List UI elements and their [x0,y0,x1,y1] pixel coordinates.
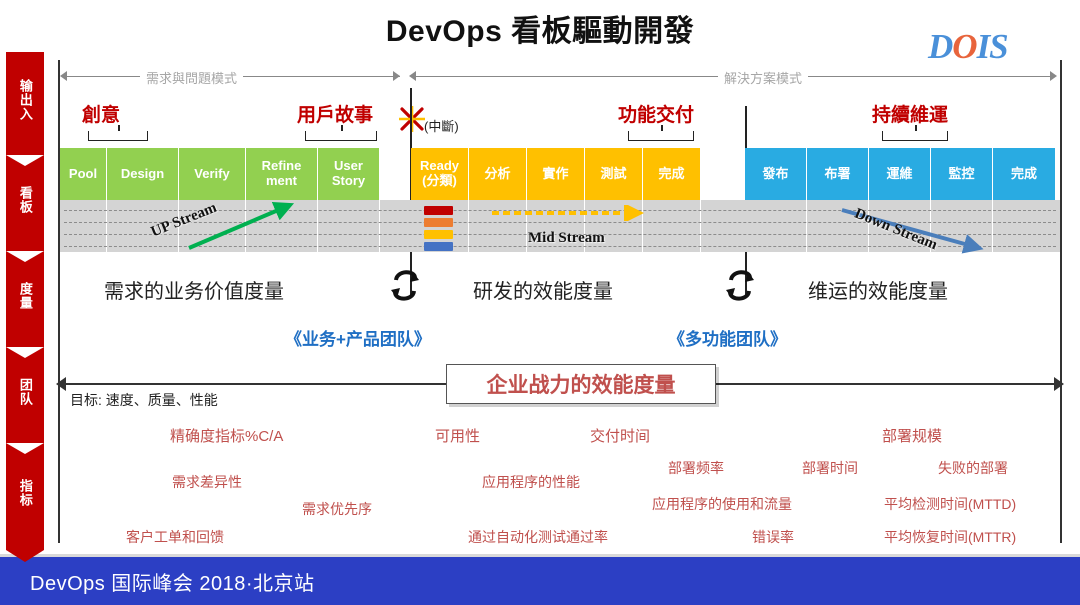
mode-label: 需求與問題模式 [140,68,244,87]
column-label: 完成 [658,165,685,181]
kpi-req-variance: 需求差异性 [172,474,242,490]
mode-arrow-right-icon [393,71,400,81]
column-label: 監控 [948,165,975,181]
measure-ops-efficiency: 维运的效能度量 [808,281,948,303]
kpi-failed-deploy: 失败的部署 [938,460,1008,476]
lane-cell [745,200,807,252]
phase-label-user-story: 用戶故事 [297,105,374,126]
kpi-mttr: 平均恢复时间(MTTR) [884,529,1017,545]
goal-label: 目标: 速度、质量、性能 [70,392,218,408]
column-test[interactable]: 測試 [585,148,643,200]
rail-item-0[interactable]: 输出入 [6,52,44,168]
column-refinement[interactable]: Refine ment [246,148,318,200]
center-highlight-box: 企业战力的效能度量 [446,364,716,404]
measure-business-value: 需求的业务价值度量 [104,281,284,303]
mid-stream-label: Mid Stream [528,230,605,246]
column-analysis[interactable]: 分析 [469,148,527,200]
center-box-label: 企业战力的效能度量 [486,374,676,397]
card-blue[interactable] [424,242,453,251]
column-done-ops[interactable]: 完成 [993,148,1055,200]
column-done-dev[interactable]: 完成 [643,148,701,200]
kpi-auto-test-pass: 通过自动化测试通过率 [468,529,608,545]
rail-item-label: 团队 [17,378,33,406]
axis-arrow-left-icon [56,377,66,391]
rail-item-label: 度量 [17,282,33,310]
card-orange[interactable] [424,218,453,227]
column-label: User Story [331,158,366,188]
kpi-app-usage-traffic: 应用程序的使用和流量 [652,496,792,512]
column-monitor[interactable]: 監控 [931,148,993,200]
kpi-availability: 可用性 [435,428,481,445]
rail-item-2[interactable]: 度量 [6,251,44,360]
kpi-accuracy: 精确度指标%C/A [170,428,284,445]
column-release[interactable]: 發布 [745,148,807,200]
rail-item-4[interactable]: 指标 [6,443,44,562]
column-label: 分析 [484,165,511,181]
card-yellow[interactable] [424,230,453,239]
loop-arrow-icon [726,270,754,301]
kpi-error-rate: 错误率 [752,529,794,545]
column-user-story[interactable]: User Story [318,148,380,200]
axis-arrow-right-icon [1054,377,1064,391]
kpi-req-priority: 需求优先序 [302,501,372,517]
column-label: 布署 [824,165,851,181]
phase-label-idea: 創意 [82,105,121,126]
column-label: Design [120,165,165,181]
team-label-business-product: 《业务+产品团队》 [285,330,431,349]
column-label: 發布 [762,165,789,181]
rail-item-3[interactable]: 团队 [6,347,44,456]
column-label: Pool [68,165,98,181]
phase-brace [305,125,377,141]
kpi-deploy-frequency: 部署频率 [668,460,724,476]
phase-brace [882,125,948,141]
burst-icon [399,106,425,132]
interrupt-label: (中斷) [424,119,459,134]
rail-item-label: 输出入 [17,79,33,121]
stage-rail: 输出入 看板 度量 团队 指标 [6,52,44,562]
column-deploy[interactable]: 布署 [807,148,869,200]
card-red[interactable] [424,206,453,215]
loop-arrow-icon [391,270,419,301]
banner-label: DevOps 国际峰会 2018·北京站 [30,572,315,595]
mid-stream-arrow-icon [492,205,644,221]
column-verify[interactable]: Verify [179,148,246,200]
rail-item-1[interactable]: 看板 [6,155,44,264]
column-label: Ready (分類) [419,158,460,188]
mode-label: 解決方案模式 [718,68,809,87]
measure-rd-efficiency: 研发的效能度量 [473,281,613,303]
column-operate[interactable]: 運維 [869,148,931,200]
phase-brace [628,125,694,141]
bottom-banner: DevOps 国际峰会 2018·北京站 [0,557,1080,605]
column-ready[interactable]: Ready (分類) [411,148,469,200]
phase-brace [88,125,148,141]
kpi-deploy-scale: 部署规模 [882,428,943,445]
kpi-app-performance: 应用程序的性能 [482,474,580,490]
slide-root: DevOps 看板驅動開發 DOIS 输出入 看板 度量 团队 指标 需求與問題… [0,0,1080,605]
mode-arrow-left-icon [60,71,67,81]
column-implementation[interactable]: 實作 [527,148,585,200]
kpi-deploy-time: 部署时间 [802,460,858,476]
lane-cell [60,200,107,252]
phase-label-continuous-ops: 持續維運 [872,105,949,126]
team-label-cross-functional: 《多功能团队》 [668,330,787,349]
column-label: 實作 [542,165,569,181]
mode-arrow-right-icon [1050,71,1057,81]
column-label: 完成 [1010,165,1037,181]
column-label: Verify [194,165,230,181]
rail-item-label: 看板 [17,186,33,214]
kpi-customer-tickets: 客户工单和回馈 [126,529,224,545]
lane-cell [643,200,701,252]
mode-arrow-left-icon [409,71,416,81]
column-pool[interactable]: Pool [60,148,107,200]
column-label: 運維 [886,165,913,181]
kpi-lead-time: 交付时间 [590,428,651,445]
column-design[interactable]: Design [107,148,179,200]
rail-item-label: 指标 [17,479,33,507]
phase-label-feature-delivery: 功能交付 [618,105,695,126]
page-title: DevOps 看板驅動開發 [385,15,695,48]
kpi-mttd: 平均检测时间(MTTD) [884,496,1017,512]
lane-cell [318,200,380,252]
column-label: 測試 [600,165,627,181]
column-label: Refine ment [261,158,302,188]
